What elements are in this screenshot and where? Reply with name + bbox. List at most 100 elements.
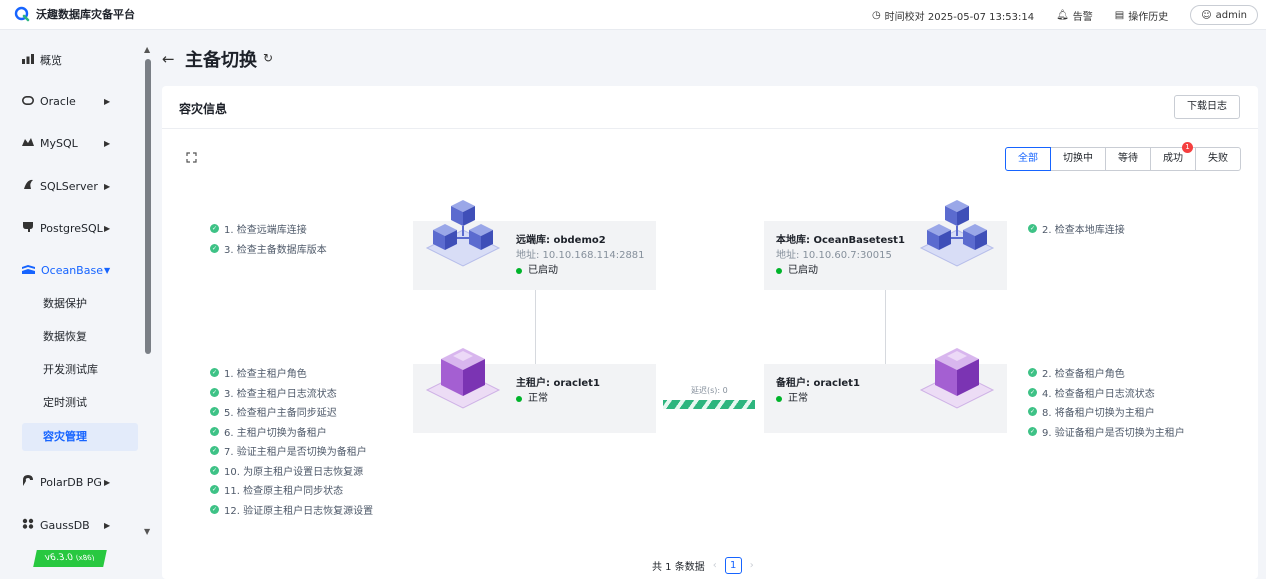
filter-waiting[interactable]: 等待 — [1105, 147, 1151, 171]
step-label: 2. 检查本地库连接 — [1042, 225, 1125, 237]
standby-tenant-node[interactable]: 备租户: oraclet1 正常 — [764, 348, 1007, 433]
database-cluster-icon — [919, 200, 995, 267]
caret-right-icon: ▶ — [104, 96, 111, 106]
sidebar-item-sqlserver[interactable]: SQLServer ▶ — [22, 176, 110, 196]
check-icon: ✓ — [1028, 426, 1037, 436]
check-icon: ✓ — [1028, 368, 1037, 378]
sidebar-sub-scheduled-test[interactable]: 定时测试 — [22, 389, 138, 417]
alert-button[interactable]: 🔔︎ 告警 — [1056, 8, 1093, 23]
sidebar-item-oceanbase[interactable]: OceanBase ▼ — [22, 260, 110, 280]
app-title: 沃趣数据库灾备平台 — [36, 8, 135, 21]
step-label: 2. 检查备租户角色 — [1042, 369, 1125, 381]
pagination: 共 1 条数据 ‹ 1 › — [652, 557, 754, 574]
top-bar: 沃趣数据库灾备平台 ◷ 时间校对 2025-05-07 13:53:14 🔔︎ … — [0, 0, 1266, 30]
sidebar-item-postgresql[interactable]: PostgreSQL ▶ — [22, 218, 110, 238]
connector-line — [535, 290, 536, 365]
step-item: ✓ 1. 检查主租户角色 — [210, 363, 373, 383]
filter-all[interactable]: 全部 — [1005, 147, 1051, 171]
step-label: 12. 验证原主租户日志恢复源设置 — [224, 505, 374, 517]
page-number[interactable]: 1 — [724, 557, 742, 574]
check-icon: ✓ — [210, 485, 219, 495]
standby-tenant-steps: ✓ 2. 检查备租户角色 ✓ 4. 检查备租户日志流状态 ✓ 8. 将备租户切换为主租… — [1028, 363, 1185, 441]
next-page-icon[interactable]: › — [750, 560, 754, 571]
step-label: 9. 验证备租户是否切换为主租户 — [1042, 427, 1185, 439]
filter-success-label: 成功 — [1163, 153, 1183, 164]
caret-right-icon: ▶ — [104, 138, 111, 148]
standby-tenant-status: 正常 — [776, 391, 860, 406]
step-item: ✓ 11. 检查原主租户同步状态 — [210, 480, 373, 500]
back-arrow-icon[interactable]: ← — [162, 50, 175, 68]
primary-tenant-node[interactable]: 主租户: oraclet1 正常 — [413, 348, 656, 433]
sidebar-item-oracle[interactable]: Oracle ▶ — [22, 91, 110, 111]
sidebar-sub-data-recovery[interactable]: 数据恢复 — [22, 323, 138, 351]
status-label: 已启动 — [788, 265, 818, 276]
caret-right-icon: ▶ — [104, 520, 111, 530]
refresh-icon[interactable]: ↻ — [263, 51, 273, 65]
step-item: ✓ 2. 检查本地库连接 — [1028, 219, 1125, 239]
scroll-up-icon[interactable]: ▲ — [144, 45, 150, 54]
step-item: ✓ 4. 检查备租户日志流状态 — [1028, 383, 1185, 403]
primary-tenant-name: 主租户: oraclet1 — [516, 378, 600, 389]
page-title: 主备切换 — [185, 50, 257, 71]
sidebar-item-mysql[interactable]: MySQL ▶ — [22, 133, 110, 153]
status-dot — [516, 395, 522, 402]
status-label: 已启动 — [528, 265, 558, 276]
prev-page-icon[interactable]: ‹ — [713, 560, 717, 571]
database-cluster-icon — [425, 200, 501, 267]
dr-info-card: 容灾信息 下载日志 全部 切换中 等待 成功 1 失败 ✓ 1. 检查远端库连接 … — [162, 86, 1258, 579]
download-log-button[interactable]: 下载日志 — [1174, 95, 1240, 119]
step-item: ✓ 8. 将备租户切换为主租户 — [1028, 402, 1185, 422]
step-label: 3. 检查主备数据库版本 — [224, 244, 327, 256]
filter-success[interactable]: 成功 1 — [1150, 142, 1196, 171]
postgresql-icon — [22, 221, 34, 235]
local-db-steps: ✓ 2. 检查本地库连接 — [1028, 219, 1125, 239]
local-db-status: 已启动 — [776, 263, 905, 278]
version-badge: v6.3.0 (x86) — [33, 550, 107, 567]
remote-db-node[interactable]: 远端库: obdemo2 地址: 10.10.168.114:2881 已启动 — [413, 200, 656, 290]
fullscreen-icon[interactable] — [186, 152, 197, 166]
sidebar-sub-dev-test[interactable]: 开发测试库 — [22, 356, 138, 384]
caret-right-icon: ▶ — [104, 223, 111, 233]
sidebar-scrollbar[interactable] — [145, 59, 151, 354]
alert-label: 告警 — [1072, 11, 1093, 23]
remote-db-steps: ✓ 1. 检查远端库连接 ✓ 3. 检查主备数据库版本 — [210, 219, 327, 258]
step-item: ✓ 12. 验证原主租户日志恢复源设置 — [210, 500, 373, 520]
step-label: 7. 验证主租户是否切换为备租户 — [224, 447, 367, 459]
step-item: ✓ 5. 检查租户主备同步延迟 — [210, 402, 373, 422]
primary-tenant-status: 正常 — [516, 391, 600, 406]
history-button[interactable]: ▤ 操作历史 — [1115, 8, 1168, 23]
step-label: 3. 检查主租户日志流状态 — [224, 388, 337, 400]
step-item: ✓ 9. 验证备租户是否切换为主租户 — [1028, 422, 1185, 442]
check-icon: ✓ — [1028, 387, 1037, 397]
user-menu[interactable]: ☺ admin — [1190, 5, 1258, 25]
step-item: ✓ 10. 为原主租户设置日志恢复源 — [210, 461, 373, 481]
sidebar-item-label: GaussDB — [40, 518, 90, 532]
sidebar-item-polardb[interactable]: PolarDB PG ▶ — [22, 472, 110, 492]
check-icon: ✓ — [210, 446, 219, 456]
filter-switching[interactable]: 切换中 — [1050, 147, 1106, 171]
brand[interactable]: 沃趣数据库灾备平台 — [14, 6, 135, 22]
caret-right-icon: ▶ — [104, 477, 111, 487]
sidebar-item-overview[interactable]: 概览 — [22, 50, 62, 70]
card-title: 容灾信息 — [179, 102, 228, 116]
filter-failed[interactable]: 失败 — [1195, 147, 1241, 171]
local-db-name: 本地库: OceanBasetest1 — [776, 235, 905, 246]
step-label: 10. 为原主租户设置日志恢复源 — [224, 466, 364, 478]
tenant-cube-icon — [425, 348, 501, 409]
sidebar-sub-dr-management[interactable]: 容灾管理 — [22, 423, 138, 451]
total-count: 共 1 条数据 — [652, 562, 705, 573]
local-db-address: 地址: 10.10.60.7:30015 — [776, 250, 892, 261]
status-dot — [516, 267, 522, 274]
local-db-node[interactable]: 本地库: OceanBasetest1 地址: 10.10.60.7:30015… — [764, 200, 1007, 290]
oceanbase-icon — [22, 264, 35, 277]
scroll-down-icon[interactable]: ▼ — [144, 527, 150, 536]
sidebar-sub-data-protection[interactable]: 数据保护 — [22, 290, 138, 318]
sidebar: 概览 Oracle ▶ MySQL ▶ SQLServer ▶ PostgreS… — [0, 31, 158, 579]
sidebar-item-gaussdb[interactable]: GaussDB ▶ — [22, 515, 110, 535]
card-header: 容灾信息 下载日志 — [162, 86, 1258, 129]
check-icon: ✓ — [1028, 407, 1037, 417]
gaussdb-icon — [22, 518, 34, 532]
bar-chart-icon — [22, 53, 34, 67]
step-item: ✓ 1. 检查远端库连接 — [210, 219, 327, 239]
logo-icon — [14, 6, 30, 22]
